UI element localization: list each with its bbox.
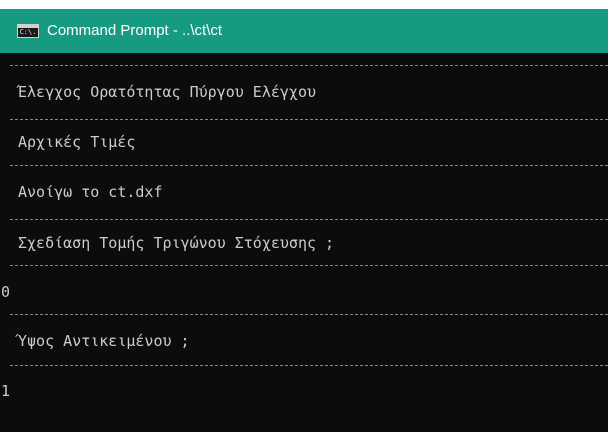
console-line: 1 (1, 382, 11, 400)
command-prompt-icon[interactable]: C:\. (17, 24, 39, 38)
separator-line (10, 365, 608, 366)
console-line: Αρχικές Τιμές (18, 133, 136, 151)
console-line: Έλεγχος Ορατότητας Πύργου Ελέγχου (18, 83, 317, 101)
icon-text: C:\. (19, 28, 37, 36)
separator-line (10, 65, 608, 66)
console-line: Ύψος Αντικειμένου ; (18, 332, 190, 350)
window-top-edge (0, 0, 608, 9)
console-line: Σχεδίαση Τομής Τριγώνου Στόχευσης ; (18, 234, 335, 252)
icon-bar (18, 25, 38, 28)
separator-line (10, 119, 608, 120)
separator-line (10, 219, 608, 220)
command-prompt-window: C:\. Command Prompt - ..\ct\ct Έλεγχος Ο… (0, 0, 608, 432)
separator-line (10, 265, 608, 266)
console-output[interactable]: Έλεγχος Ορατότητας Πύργου Ελέγχου Αρχικέ… (0, 53, 608, 432)
console-line: Ανοίγω το ct.dxf (18, 183, 163, 201)
separator-line (10, 165, 608, 166)
title-bar[interactable]: C:\. Command Prompt - ..\ct\ct (0, 9, 608, 53)
console-line: 0 (1, 283, 11, 301)
separator-line (10, 314, 608, 315)
window-title: Command Prompt - ..\ct\ct (47, 22, 223, 39)
